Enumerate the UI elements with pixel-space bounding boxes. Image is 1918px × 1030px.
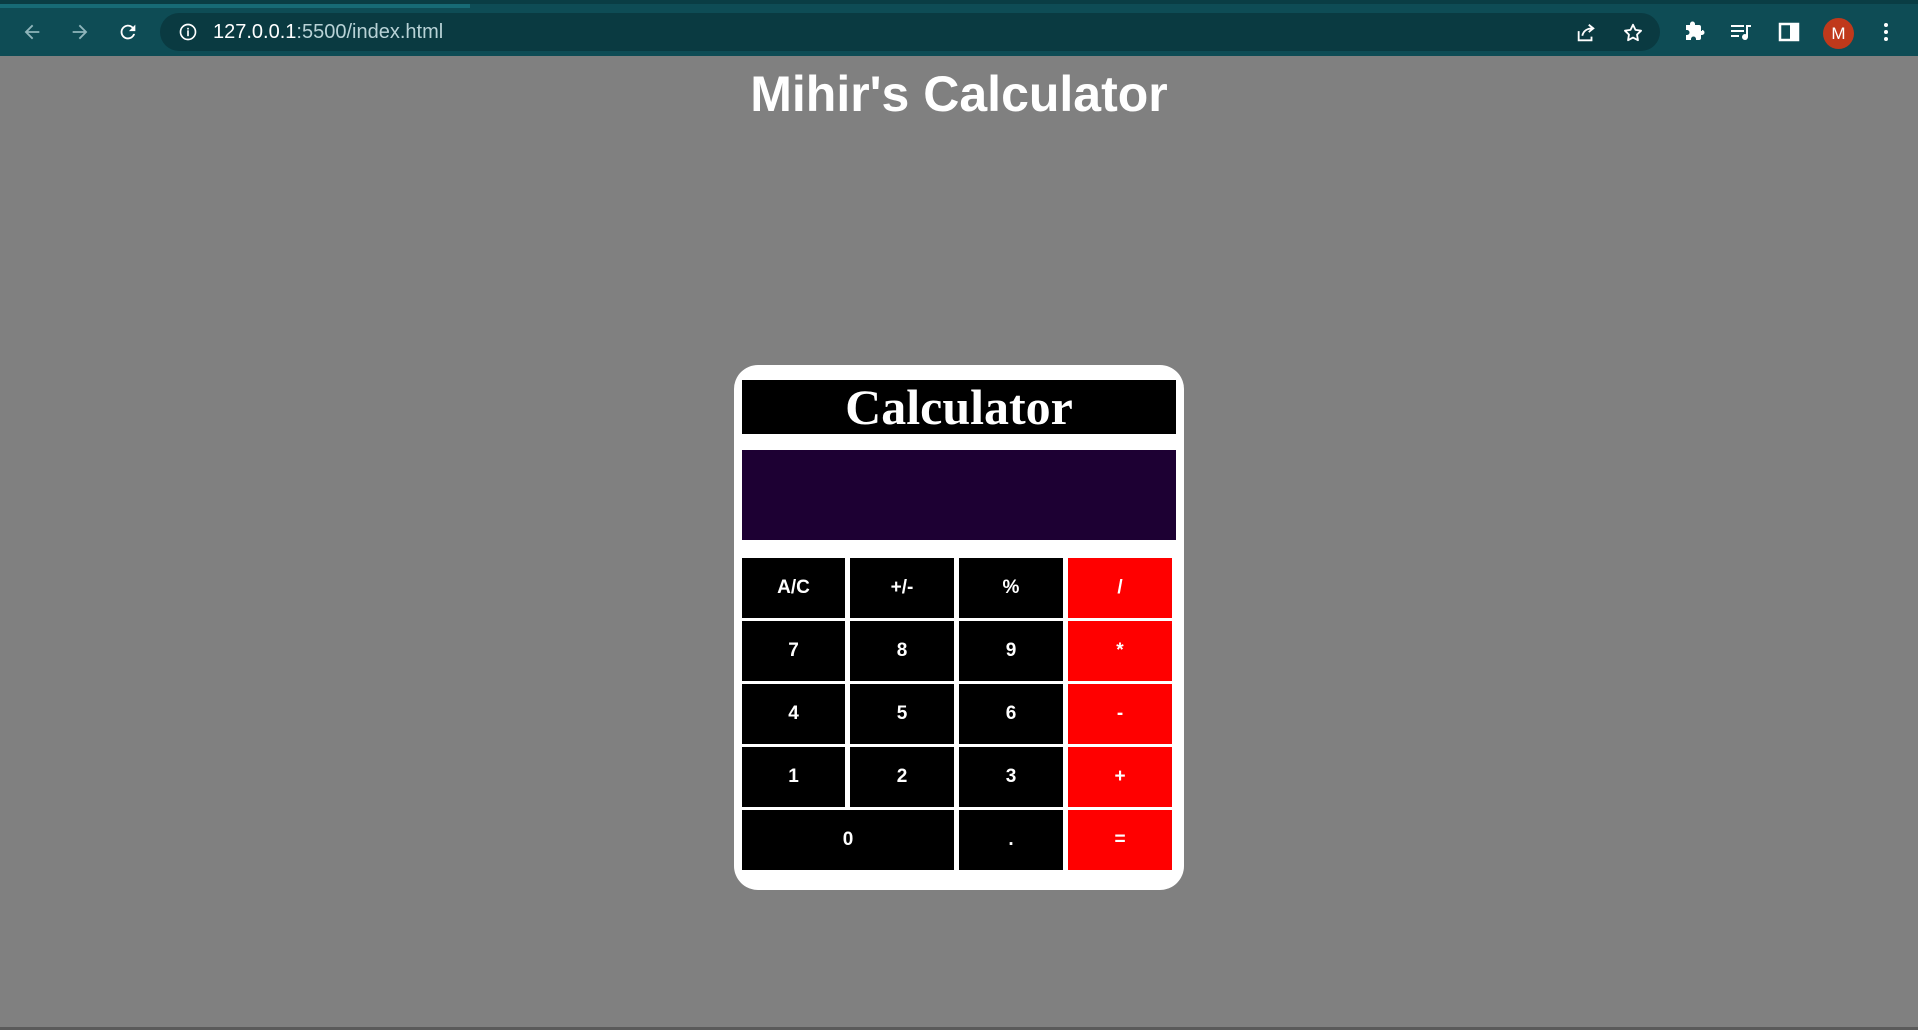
puzzle-icon [1686,21,1705,40]
forward-arrow-icon [72,24,88,40]
keypad: A/C +/- % / 7 8 9 * 4 5 6 - 1 2 3 + 0 . … [742,558,1173,870]
page-title: Mihir's Calculator [750,66,1168,122]
calculator-heading: Calculator [742,380,1176,434]
side-panel-icon [1778,22,1800,42]
clear-button[interactable]: A/C [742,558,845,618]
digit-5-button[interactable]: 5 [850,684,954,744]
multiply-button[interactable]: * [1068,621,1172,681]
calculator-display [742,450,1176,540]
active-tab-indicator [0,4,470,8]
extensions-button[interactable] [1680,18,1708,46]
subtract-button[interactable]: - [1068,684,1172,744]
share-icon[interactable] [1575,22,1597,44]
address-bar[interactable]: 127.0.0.1:5500/index.html [160,13,1660,51]
browser-menu-button[interactable] [1872,18,1900,46]
decimal-button[interactable]: . [959,810,1063,870]
sign-toggle-button[interactable]: +/- [850,558,954,618]
digit-7-button[interactable]: 7 [742,621,845,681]
site-info-icon[interactable] [178,22,198,42]
digit-9-button[interactable]: 9 [959,621,1063,681]
digit-6-button[interactable]: 6 [959,684,1063,744]
reload-icon [120,24,136,40]
playlist-music-icon [1731,25,1751,41]
digit-0-button[interactable]: 0 [742,810,954,870]
equals-button[interactable]: = [1068,810,1172,870]
url-text[interactable]: 127.0.0.1:5500/index.html [213,22,443,42]
side-panel-button[interactable] [1775,18,1803,46]
digit-2-button[interactable]: 2 [850,747,954,807]
divide-button[interactable]: / [1068,558,1172,618]
add-button[interactable]: + [1068,747,1172,807]
digit-4-button[interactable]: 4 [742,684,845,744]
profile-avatar[interactable]: M [1823,18,1854,49]
calculator: Calculator A/C +/- % / 7 8 9 * 4 5 6 - 1… [734,365,1184,890]
digit-8-button[interactable]: 8 [850,621,954,681]
digit-1-button[interactable]: 1 [742,747,845,807]
browser-toolbar: 127.0.0.1:5500/index.html M [0,0,1918,56]
back-button[interactable] [14,14,50,50]
reload-button[interactable] [110,14,146,50]
back-arrow-icon [24,24,40,40]
media-control-button[interactable] [1727,18,1755,46]
forward-button[interactable] [62,14,98,50]
percent-button[interactable]: % [959,558,1063,618]
digit-3-button[interactable]: 3 [959,747,1063,807]
bookmark-star-icon[interactable] [1622,22,1644,44]
url-host: 127.0.0.1 [213,21,297,43]
more-vert-icon [1884,23,1888,41]
url-path: :5500/index.html [296,21,444,43]
